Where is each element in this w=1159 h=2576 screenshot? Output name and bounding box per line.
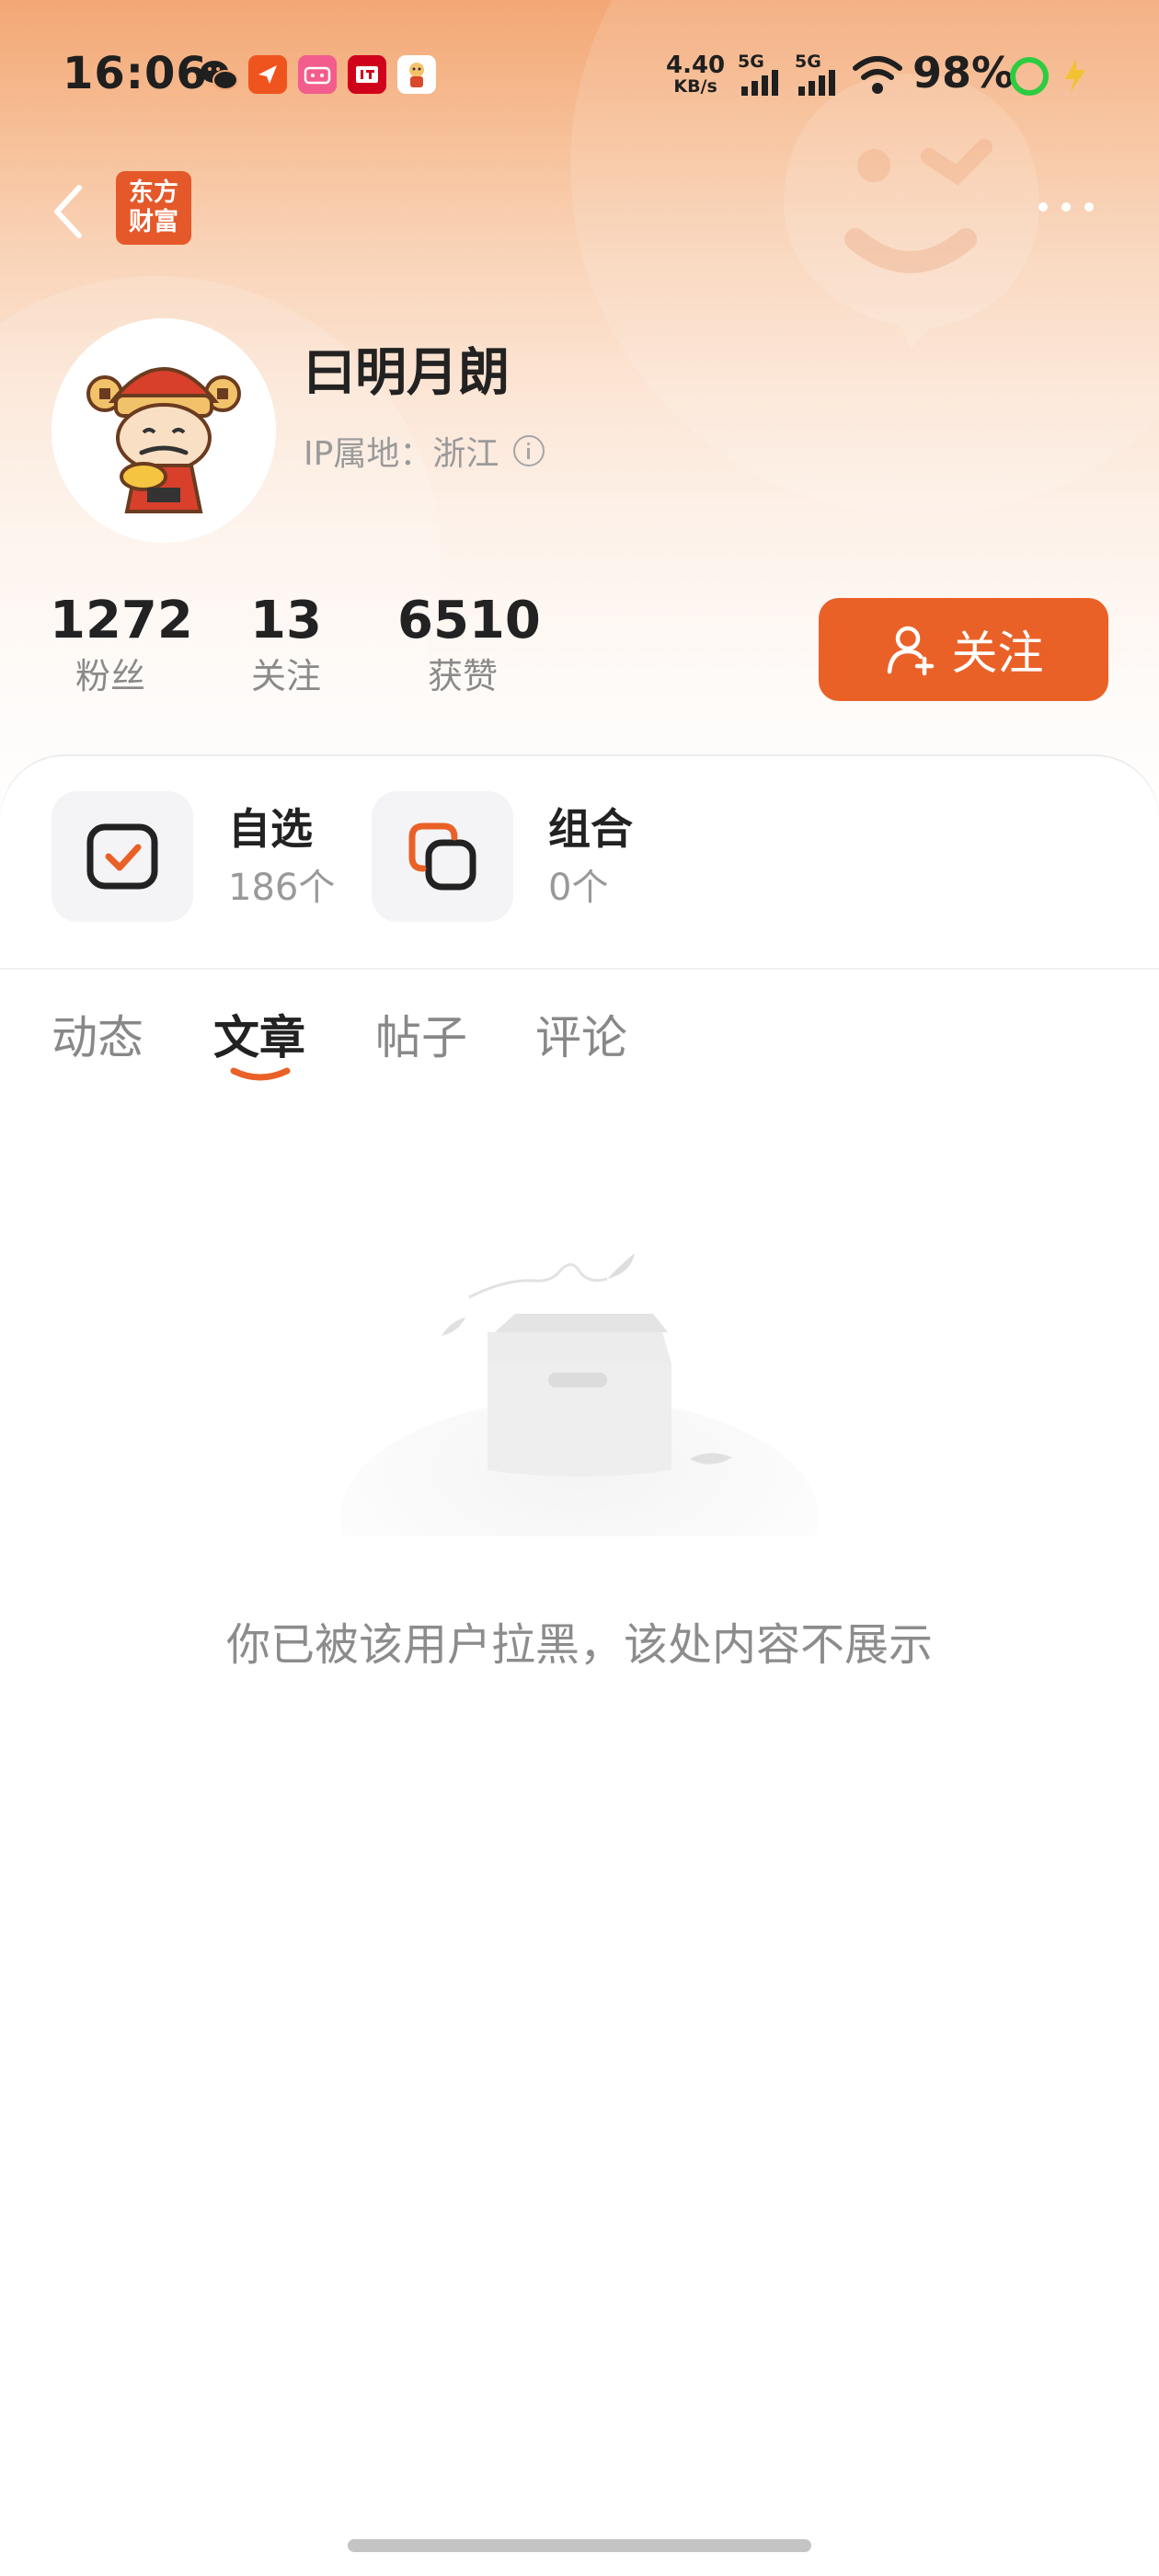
home-indicator[interactable] <box>348 2539 811 2552</box>
stat-label: 粉丝 <box>75 656 145 696</box>
signal-icon: 5G <box>736 52 787 98</box>
username: 曰明月朗 <box>304 343 510 403</box>
stat-label: 关注 <box>250 656 321 696</box>
stat-likes[interactable]: 6510 获赞 <box>397 589 541 699</box>
network-speed: 4.40 KB/s <box>666 53 725 96</box>
stat-value: 6510 <box>397 591 541 650</box>
active-tab-indicator <box>228 1065 293 1084</box>
more-options-button[interactable] <box>1034 193 1098 221</box>
logo-line1: 东方 <box>129 178 178 207</box>
stat-followers[interactable]: 1272 粉丝 <box>50 589 193 699</box>
signal-label: 5G <box>795 52 821 72</box>
more-dots-icon <box>1039 202 1094 212</box>
battery-ring-icon <box>1010 57 1049 96</box>
info-icon[interactable] <box>513 435 545 466</box>
eastmoney-logo[interactable]: 东方 财富 <box>116 171 191 245</box>
network-speed-unit: KB/s <box>673 76 717 97</box>
tab-comments[interactable]: 评论 <box>535 1001 627 1067</box>
blocked-message: 你已被该用户拉黑，该处内容不展示 <box>225 1619 933 1671</box>
charging-icon <box>1058 55 1095 96</box>
ip-location: IP属地：浙江 <box>304 427 545 475</box>
stat-value: 13 <box>250 591 322 650</box>
section-divider <box>0 968 1159 970</box>
back-button[interactable] <box>42 175 98 248</box>
tab-posts[interactable]: 帖子 <box>375 1001 467 1067</box>
bilibili-icon <box>298 55 337 94</box>
avatar[interactable] <box>52 318 276 543</box>
stat-value: 1272 <box>50 591 193 650</box>
tab-articles[interactable]: 文章 <box>213 1001 305 1067</box>
follow-button-label: 关注 <box>951 627 1044 680</box>
network-speed-value: 4.40 <box>666 52 726 79</box>
add-user-icon <box>887 626 934 676</box>
status-time: 16:06 <box>63 48 208 99</box>
status-bar: 16:06 4.40 KB/s 5G 5G 98% <box>0 0 1159 147</box>
app-icon <box>248 55 287 94</box>
stat-label: 获赞 <box>427 656 498 696</box>
watchlist-icon <box>52 791 193 922</box>
signal-label: 5G <box>738 52 764 72</box>
wechat-icon <box>199 57 239 94</box>
wifi-icon <box>852 53 903 96</box>
game-icon <box>397 55 436 94</box>
watchlist-entry[interactable]: 自选 186个 <box>52 791 335 922</box>
watchlist-title: 自选 <box>228 804 313 854</box>
logo-line2: 财富 <box>129 208 178 236</box>
signal-icon: 5G <box>793 52 844 98</box>
follow-button[interactable]: 关注 <box>819 598 1108 701</box>
profile-screen: 16:06 4.40 KB/s 5G 5G 98% 东方 财富 曰明月朗 IP属… <box>0 0 1159 2576</box>
battery-percent: 98% <box>912 48 1015 98</box>
stat-following[interactable]: 13 关注 <box>235 589 337 699</box>
portfolio-icon <box>372 791 513 922</box>
ithome-icon <box>348 55 386 94</box>
empty-box-illustration <box>331 1242 828 1638</box>
portfolio-title: 组合 <box>548 804 633 854</box>
watchlist-count: 186个 <box>228 867 336 909</box>
ip-location-text: IP属地：浙江 <box>304 435 499 473</box>
tab-dynamic[interactable]: 动态 <box>52 1001 143 1067</box>
portfolio-entry[interactable]: 组合 0个 <box>372 791 633 922</box>
portfolio-count: 0个 <box>548 867 609 909</box>
